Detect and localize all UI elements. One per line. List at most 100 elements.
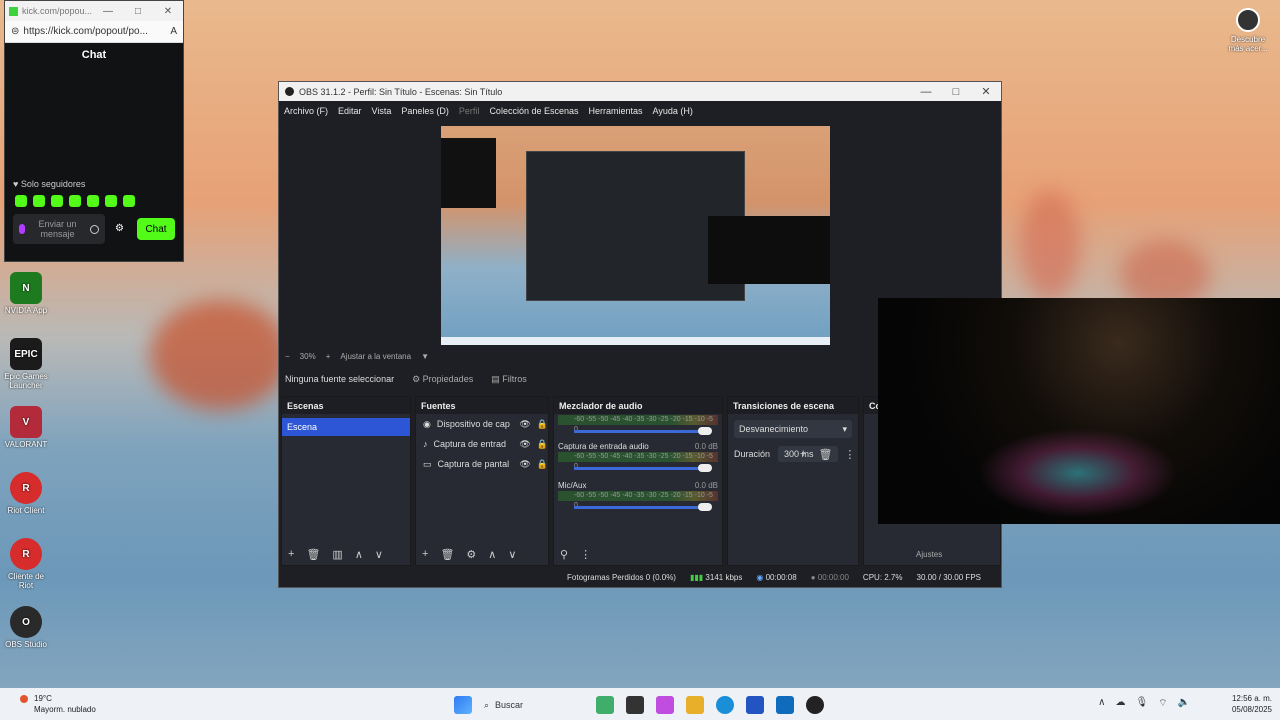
menu-file[interactable]: Archivo (F)	[284, 106, 328, 116]
volume-slider[interactable]	[558, 426, 718, 436]
microphone-icon[interactable]: 🎙	[1135, 697, 1148, 710]
zoom-out-button[interactable]: −	[285, 352, 290, 361]
slider-knob[interactable]	[698, 464, 712, 472]
gear-icon[interactable]: ⚙	[115, 223, 124, 234]
file-explorer-icon[interactable]	[686, 696, 704, 714]
read-aloud-icon[interactable]: A	[170, 26, 177, 37]
source-item[interactable]: ▭ Captura de pantal 👁 🔒	[416, 454, 548, 474]
speaker-icon[interactable]: 🔈	[1178, 697, 1190, 710]
edge-icon[interactable]	[716, 696, 734, 714]
emote-icon[interactable]	[105, 195, 117, 207]
menu-profile[interactable]: Perfil	[459, 106, 480, 116]
source-item[interactable]: ♪ Captura de entrad 👁 🔒	[416, 434, 548, 454]
volume-slider[interactable]	[558, 463, 718, 473]
task-view-icon[interactable]	[626, 696, 644, 714]
chevron-down-icon[interactable]: ▼	[421, 352, 429, 361]
transition-select[interactable]: Desvanecimiento ▾	[734, 420, 852, 438]
link-icon[interactable]: ⚲	[560, 548, 568, 561]
eye-icon[interactable]: 👁	[519, 419, 530, 430]
emote-icon[interactable]	[15, 195, 27, 207]
desktop-icon-discover[interactable]: Descubre más acer...	[1224, 8, 1272, 53]
eye-icon[interactable]: 👁	[519, 439, 530, 450]
lock-icon[interactable]: 🔒	[537, 439, 548, 450]
more-icon[interactable]: ⋮	[844, 448, 855, 461]
emoji-icon[interactable]	[90, 224, 99, 234]
gear-icon[interactable]: ⚙	[466, 548, 476, 561]
address-bar[interactable]: ⊜ https://kick.com/popout/po... A	[5, 21, 183, 43]
microphone-icon[interactable]	[19, 224, 25, 234]
add-icon[interactable]: +	[422, 548, 428, 561]
taskbar-apps: ⌕ Buscar	[454, 694, 824, 716]
filters-button[interactable]: ▤ Filtros	[491, 374, 527, 385]
chevron-up-icon[interactable]: ∧	[1098, 697, 1105, 710]
chat-send-button[interactable]: Chat	[137, 218, 175, 240]
trash-icon[interactable]: 🗑	[818, 448, 832, 461]
menu-help[interactable]: Ayuda (H)	[653, 106, 693, 116]
add-icon[interactable]: +	[800, 448, 806, 461]
outlook-icon[interactable]	[776, 696, 794, 714]
source-item[interactable]: ◉ Dispositivo de cap 👁 🔒	[416, 414, 548, 434]
windows-start-icon[interactable]	[454, 696, 472, 714]
source-toolbar: Ninguna fuente seleccionar ⚙ Propiedades…	[279, 369, 879, 389]
chevron-down-icon[interactable]: ∨	[508, 548, 516, 561]
emote-icon[interactable]	[123, 195, 135, 207]
obs-taskbar-icon[interactable]	[806, 696, 824, 714]
chat-message-input[interactable]: Enviar un mensaje	[13, 214, 105, 244]
filter-icon[interactable]: ▥	[332, 548, 342, 561]
obs-preview-canvas[interactable]	[441, 126, 830, 345]
wifi-icon[interactable]: ⌔	[1158, 697, 1167, 710]
lock-icon[interactable]: 🔒	[537, 419, 548, 430]
eye-icon[interactable]: 👁	[519, 459, 530, 470]
more-icon[interactable]: ⋮	[580, 548, 591, 561]
close-icon[interactable]: ✕	[971, 85, 1001, 98]
emote-icon[interactable]	[51, 195, 63, 207]
desktop-icon-riot[interactable]: R Riot Client	[0, 472, 52, 515]
chevron-up-icon[interactable]: ∧	[355, 548, 363, 561]
desktop-icon-epic[interactable]: EPIC Epic Games Launcher	[0, 338, 52, 390]
clock[interactable]: 12:56 a. m. 05/08/2025	[1232, 693, 1272, 715]
menu-docks[interactable]: Paneles (D)	[401, 106, 449, 116]
lock-icon[interactable]: 🔒	[537, 459, 548, 470]
slider-knob[interactable]	[698, 427, 712, 435]
desktop-icon-nvidia[interactable]: N NVIDIA App	[0, 272, 52, 315]
trash-icon[interactable]: 🗑	[440, 548, 454, 561]
chevron-down-icon[interactable]: ∨	[375, 548, 383, 561]
menu-scene-collection[interactable]: Colección de Escenas	[489, 106, 578, 116]
scene-item[interactable]: Escena	[282, 418, 410, 436]
preview-chat-capture	[441, 138, 496, 208]
zoom-in-button[interactable]: +	[326, 352, 331, 361]
menu-edit[interactable]: Editar	[338, 106, 362, 116]
close-icon[interactable]: ✕	[153, 6, 183, 17]
maximize-icon[interactable]: □	[941, 86, 971, 98]
copilot-icon[interactable]	[596, 696, 614, 714]
emote-icon[interactable]	[33, 195, 45, 207]
minimize-icon[interactable]: —	[911, 86, 941, 98]
chat-titlebar[interactable]: kick.com/popou... — □ ✕	[5, 1, 183, 21]
add-icon[interactable]: +	[288, 548, 294, 561]
desktop-icon-valorant[interactable]: V VALORANT	[0, 406, 52, 449]
trash-icon[interactable]: 🗑	[306, 548, 320, 561]
slider-knob[interactable]	[698, 503, 712, 511]
emote-icon[interactable]	[87, 195, 99, 207]
maximize-icon[interactable]: □	[123, 6, 153, 17]
obs-titlebar[interactable]: OBS 31.1.2 - Perfil: Sin Título - Escena…	[279, 82, 1001, 101]
desktop-icon-obs[interactable]: O OBS Studio	[0, 606, 52, 649]
menu-view[interactable]: Vista	[372, 106, 392, 116]
desktop-icon-riot-client[interactable]: R Cliente de Riot	[0, 538, 52, 590]
settings-button[interactable]: Ajustes	[916, 550, 942, 559]
taskbar-search[interactable]: ⌕ Buscar	[484, 694, 584, 716]
mixer-header: Mezclador de audio	[554, 397, 722, 414]
record-icon: ●	[810, 572, 816, 582]
chevron-up-icon[interactable]: ∧	[488, 548, 496, 561]
emote-icon[interactable]	[69, 195, 81, 207]
menu-tools[interactable]: Herramientas	[589, 106, 643, 116]
fit-window-button[interactable]: Ajustar a la ventana	[340, 352, 411, 361]
properties-button[interactable]: ⚙ Propiedades	[412, 374, 473, 385]
rec-time: ● 00:00:00	[811, 573, 849, 582]
copilot-app-icon[interactable]	[656, 696, 674, 714]
minimize-icon[interactable]: —	[93, 6, 123, 17]
store-icon[interactable]	[746, 696, 764, 714]
weather-widget[interactable]: 19°C Mayorm. nublado	[20, 693, 96, 715]
volume-slider[interactable]	[558, 502, 718, 512]
onedrive-icon[interactable]: ☁	[1115, 697, 1125, 710]
